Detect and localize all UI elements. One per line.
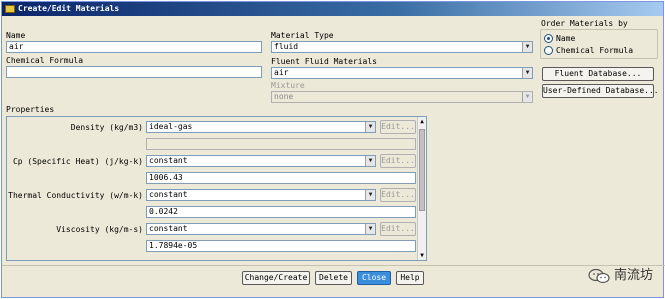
- materials-dialog: Create/Edit Materials Name air Chemical …: [1, 1, 665, 298]
- mixture-label: Mixture: [271, 81, 305, 90]
- density-method-select[interactable]: ideal-gas ▼: [146, 121, 376, 133]
- dropdown-arrow-icon[interactable]: ▼: [365, 122, 375, 132]
- thermal-conductivity-method-value: constant: [149, 190, 188, 199]
- app-icon: [5, 5, 15, 13]
- dropdown-arrow-icon[interactable]: ▼: [365, 224, 375, 234]
- cp-label: Cp (Specific Heat) (j/kg-k): [12, 157, 143, 166]
- name-field[interactable]: air: [6, 41, 262, 53]
- viscosity-value-field[interactable]: 1.7894e-05: [146, 240, 416, 252]
- divider: [2, 265, 665, 266]
- chemical-formula-field[interactable]: [6, 66, 262, 78]
- dropdown-arrow-icon[interactable]: ▼: [522, 68, 532, 78]
- fluent-fluid-materials-label: Fluent Fluid Materials: [271, 57, 377, 66]
- properties-panel: Density (kg/m3) ideal-gas ▼ Edit... Cp (…: [6, 116, 427, 261]
- order-name-label: Name: [556, 34, 576, 43]
- scroll-up-arrow-icon[interactable]: ▲: [418, 117, 426, 126]
- scroll-down-arrow-icon[interactable]: ▼: [418, 251, 426, 260]
- dropdown-arrow-icon[interactable]: ▼: [365, 156, 375, 166]
- viscosity-label: Viscosity (kg/m-s): [56, 225, 143, 234]
- dropdown-arrow-icon: ▼: [522, 92, 532, 102]
- cp-edit-button: Edit...: [380, 154, 416, 168]
- cp-value-field[interactable]: 1006.43: [146, 172, 416, 184]
- viscosity-method-select[interactable]: constant ▼: [146, 223, 376, 235]
- watermark-text: 南流坊: [613, 268, 653, 283]
- material-type-value: fluid: [274, 42, 299, 51]
- window-title: Create/Edit Materials: [18, 4, 120, 13]
- density-method-value: ideal-gas: [149, 122, 193, 131]
- watermark: 南流坊: [588, 264, 653, 284]
- close-button[interactable]: Close: [357, 271, 391, 285]
- help-button[interactable]: Help: [396, 271, 424, 285]
- title-bar: Create/Edit Materials: [2, 2, 663, 16]
- thermal-conductivity-label: Thermal Conductivity (w/m-k): [8, 191, 143, 200]
- viscosity-method-value: constant: [149, 224, 188, 233]
- order-chemical-formula-label: Chemical Formula: [556, 46, 634, 55]
- delete-button[interactable]: Delete: [315, 271, 352, 285]
- dropdown-arrow-icon[interactable]: ▼: [522, 42, 532, 52]
- cp-method-value: constant: [149, 156, 188, 165]
- thermal-conductivity-value-field[interactable]: 0.0242: [146, 206, 416, 218]
- density-edit-button: Edit...: [380, 120, 416, 134]
- properties-scrollbar[interactable]: ▲ ▼: [417, 117, 426, 260]
- chemical-formula-label: Chemical Formula: [6, 56, 84, 65]
- material-type-label: Material Type: [271, 31, 334, 40]
- properties-label: Properties: [6, 105, 55, 114]
- mixture-select: none ▼: [271, 91, 533, 103]
- cp-method-select[interactable]: constant ▼: [146, 155, 376, 167]
- dropdown-arrow-icon[interactable]: ▼: [365, 190, 375, 200]
- viscosity-edit-button: Edit...: [380, 222, 416, 236]
- order-chemical-formula-radio[interactable]: [544, 46, 553, 55]
- order-materials-label: Order Materials by: [541, 19, 628, 28]
- mixture-value: none: [274, 92, 294, 101]
- order-name-radio[interactable]: [544, 34, 553, 43]
- density-value-field: [146, 138, 416, 150]
- wechat-icon: [588, 268, 610, 284]
- scrollbar-thumb[interactable]: [419, 129, 425, 211]
- density-label: Density (kg/m3): [70, 123, 143, 132]
- name-label: Name: [6, 31, 26, 40]
- fluent-database-button[interactable]: Fluent Database...: [542, 67, 654, 81]
- user-defined-database-button[interactable]: User-Defined Database...: [542, 84, 659, 98]
- material-type-select[interactable]: fluid ▼: [271, 41, 533, 53]
- fluent-fluid-materials-select[interactable]: air ▼: [271, 67, 533, 79]
- thermal-conductivity-edit-button: Edit...: [380, 188, 416, 202]
- fluent-fluid-materials-value: air: [274, 68, 289, 77]
- thermal-conductivity-method-select[interactable]: constant ▼: [146, 189, 376, 201]
- change-create-button[interactable]: Change/Create: [242, 271, 310, 285]
